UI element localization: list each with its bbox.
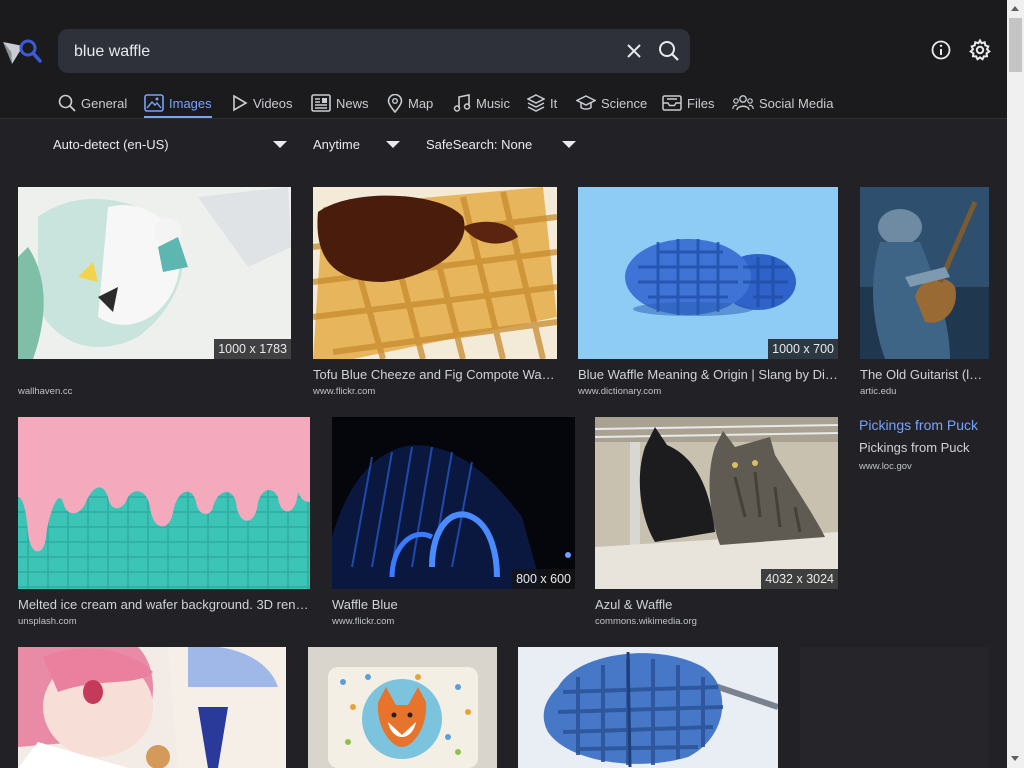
search-icon <box>58 94 76 112</box>
safesearch-select[interactable]: SafeSearch: None <box>426 137 532 152</box>
logo-icon[interactable] <box>2 34 42 68</box>
tab-label: Science <box>601 95 648 111</box>
image-dimensions: 4032 x 3024 <box>761 569 838 589</box>
result-thumbnail[interactable] <box>18 647 286 768</box>
tab-label: General <box>81 95 128 111</box>
tab-label: Files <box>687 95 715 111</box>
language-select[interactable]: Auto-detect (en-US) <box>53 137 169 152</box>
image-dimensions: 800 x 600 <box>512 569 575 589</box>
result-title[interactable]: The Old Guitarist (late 1903 <box>860 367 989 382</box>
result-title[interactable]: Waffle Blue <box>332 597 575 612</box>
tab-social-media[interactable]: Social Media <box>732 90 833 116</box>
tab-images[interactable]: Images <box>144 90 212 118</box>
result-title[interactable]: Blue Waffle Meaning & Origin | Slang by … <box>578 367 838 382</box>
graduation-cap-icon <box>576 95 596 110</box>
scroll-down-icon[interactable] <box>1011 756 1019 761</box>
link-result-source: www.loc.gov <box>859 461 912 472</box>
result-thumbnail[interactable] <box>18 417 310 589</box>
search-icon[interactable] <box>658 40 680 67</box>
tab-general[interactable]: General <box>58 90 127 116</box>
chevron-down-icon[interactable] <box>386 141 400 148</box>
music-note-icon <box>453 94 471 112</box>
tab-music[interactable]: Music <box>453 90 510 116</box>
image-dimensions: 1000 x 700 <box>768 339 838 359</box>
result-source: www.dictionary.com <box>578 386 662 397</box>
tab-label: Images <box>169 95 212 111</box>
result-title[interactable]: Azul & Waffle <box>595 597 838 612</box>
result-title[interactable]: Melted ice cream and wafer background. 3… <box>18 597 310 612</box>
search-input[interactable] <box>72 29 616 75</box>
tab-videos[interactable]: Videos <box>232 90 293 116</box>
result-source: www.flickr.com <box>313 386 376 397</box>
scroll-up-icon[interactable] <box>1011 6 1019 11</box>
people-icon <box>732 95 754 111</box>
result-thumbnail[interactable] <box>308 647 497 768</box>
tab-map[interactable]: Map <box>387 90 433 116</box>
search-box <box>58 29 690 75</box>
layers-icon <box>527 94 545 112</box>
result-source: artic.edu <box>860 386 897 397</box>
result-thumbnail[interactable] <box>313 187 557 359</box>
tab-label: News <box>336 95 369 111</box>
gear-icon[interactable] <box>968 38 992 67</box>
tab-label: Map <box>408 95 434 111</box>
result-source: www.flickr.com <box>332 616 395 627</box>
link-result-title[interactable]: Pickings from Puck <box>859 417 1004 433</box>
result-source: wallhaven.cc <box>18 386 73 397</box>
newspaper-icon <box>311 94 331 112</box>
result-thumbnail[interactable]: 1000 x 700 <box>578 187 838 359</box>
tab-label: Social Media <box>759 95 834 111</box>
result-thumbnail[interactable]: 800 x 600 <box>332 417 575 589</box>
info-icon[interactable] <box>931 40 951 65</box>
tab-label: It <box>550 95 558 111</box>
result-thumbnail[interactable] <box>518 647 778 768</box>
result-thumbnail[interactable]: 4032 x 3024 <box>595 417 838 589</box>
result-source: unsplash.com <box>18 616 77 627</box>
image-dimensions: 1000 x 1783 <box>214 339 291 359</box>
tab-label: Music <box>476 95 510 111</box>
result-thumbnail[interactable] <box>800 647 989 768</box>
tab-files[interactable]: Files <box>662 90 714 116</box>
time-select[interactable]: Anytime <box>313 137 360 152</box>
clear-icon[interactable] <box>626 43 642 64</box>
result-thumbnail[interactable] <box>860 187 989 359</box>
inbox-icon <box>662 95 682 111</box>
chevron-down-icon[interactable] <box>273 141 287 148</box>
result-source: commons.wikimedia.org <box>595 616 697 627</box>
filter-bar: Auto-detect (en-US) Anytime SafeSearch: … <box>0 119 1007 169</box>
chevron-down-icon[interactable] <box>562 141 576 148</box>
result-title[interactable]: Tofu Blue Cheeze and Fig Compote Waffle <box>313 367 557 382</box>
result-thumbnail[interactable]: 1000 x 1783 <box>18 187 291 359</box>
link-result-subtitle: Pickings from Puck <box>859 440 970 455</box>
image-icon <box>144 94 164 112</box>
map-pin-icon <box>387 93 403 113</box>
tab-news[interactable]: News <box>311 90 369 116</box>
tab-it[interactable]: It <box>527 90 557 116</box>
link-result[interactable]: Pickings from Puck Pickings from Puck ww… <box>859 417 1004 472</box>
scrollbar[interactable] <box>1007 0 1024 768</box>
tab-science[interactable]: Science <box>576 90 647 116</box>
tab-label: Videos <box>253 95 293 111</box>
play-icon <box>233 94 248 112</box>
header-bar: General Images Videos News Map Music It <box>0 0 1007 119</box>
scrollbar-thumb[interactable] <box>1009 18 1022 72</box>
